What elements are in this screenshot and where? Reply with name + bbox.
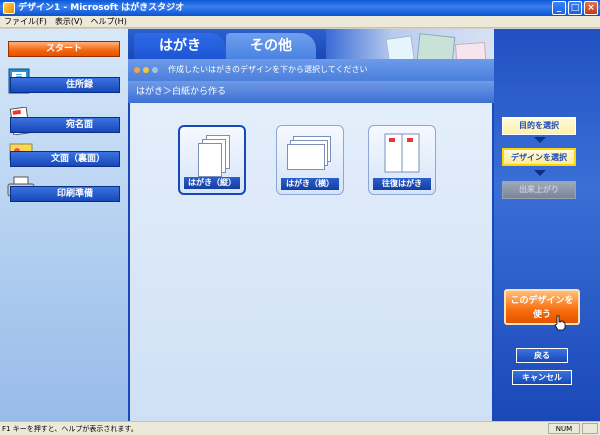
use-design-button[interactable]: このデザインを 使う <box>504 289 580 325</box>
instruction-bar: 作成したいはがきのデザインを下から選択してください <box>128 59 494 81</box>
app-icon <box>3 2 15 14</box>
postcard-landscape-icon <box>287 144 325 170</box>
right-panel: 目的を選択 デザインを選択 出来上がり このデザインを 使う 戻る キャンセル <box>494 29 600 421</box>
template-label: はがき（縦） <box>184 177 240 189</box>
sidebar-item-message-face[interactable]: 文面（裏面） <box>10 151 120 167</box>
status-text: F1 キーを押すと、ヘルプが表示されます。 <box>2 425 138 433</box>
status-cell <box>582 423 598 434</box>
template-hagaki-portrait[interactable]: はがき（縦） <box>178 125 246 195</box>
minimize-button[interactable]: _ <box>552 1 566 15</box>
dot-icon <box>134 67 140 73</box>
template-hagaki-landscape[interactable]: はがき（横） <box>276 125 344 195</box>
dot-icon <box>152 67 158 73</box>
window-title: デザイン1 - Microsoft はがきスタジオ <box>18 3 185 13</box>
hand-cursor-icon <box>554 315 566 331</box>
menu-file[interactable]: ファイル(F) <box>0 16 51 27</box>
template-reply-postcard[interactable]: 往復はがき <box>368 125 436 195</box>
sidebar-item-address-face[interactable]: 宛名面 <box>10 117 120 133</box>
breadcrumb: はがき＞白紙から作る <box>128 81 494 103</box>
template-area: はがき（縦） はがき（横） 往復はがき <box>130 103 492 421</box>
sidebar-item-print-prep[interactable]: 印刷準備 <box>10 186 120 202</box>
template-label: 往復はがき <box>373 178 431 190</box>
step-select-purpose: 目的を選択 <box>502 117 576 135</box>
cancel-button[interactable]: キャンセル <box>512 370 572 385</box>
start-button[interactable]: スタート <box>8 41 120 57</box>
status-bar: F1 キーを押すと、ヘルプが表示されます。 NUM <box>0 421 600 435</box>
sidebar: スタート 〒 住所録 宛名面 文面（裏面） 印刷準備 <box>0 29 128 421</box>
dot-icon <box>143 67 149 73</box>
center-panel: はがき その他 作成したいはがきのデザインを下から選択してください はがき＞白紙… <box>128 29 494 421</box>
num-lock-indicator: NUM <box>548 423 580 434</box>
reply-postcard-icon <box>384 133 420 173</box>
use-design-label-line2: 使う <box>532 310 551 320</box>
close-button[interactable]: × <box>584 1 598 15</box>
template-label: はがき（横） <box>281 178 339 190</box>
step-arrow-icon <box>534 170 546 176</box>
menu-bar: ファイル(F) 表示(V) ヘルプ(H) <box>0 16 600 28</box>
maximize-button[interactable]: □ <box>568 1 582 15</box>
menu-view[interactable]: 表示(V) <box>51 16 87 27</box>
back-button[interactable]: 戻る <box>516 348 568 363</box>
use-design-label-line1: このデザインを <box>510 296 574 306</box>
step-arrow-icon <box>534 137 546 143</box>
sidebar-item-address-book[interactable]: 住所録 <box>10 77 120 93</box>
title-bar: デザイン1 - Microsoft はがきスタジオ _ □ × <box>0 0 600 16</box>
tab-hagaki[interactable]: はがき <box>134 33 226 59</box>
step-select-design: デザインを選択 <box>502 148 576 166</box>
step-finished: 出来上がり <box>502 181 576 199</box>
postcard-portrait-icon <box>198 143 222 177</box>
main-area: スタート 〒 住所録 宛名面 文面（裏面） 印刷準備 <box>0 29 600 421</box>
window-controls: _ □ × <box>552 1 598 15</box>
instruction-text: 作成したいはがきのデザインを下から選択してください <box>168 65 368 74</box>
menu-help[interactable]: ヘルプ(H) <box>87 16 131 27</box>
tab-other[interactable]: その他 <box>226 33 316 59</box>
step-dots <box>134 67 158 73</box>
